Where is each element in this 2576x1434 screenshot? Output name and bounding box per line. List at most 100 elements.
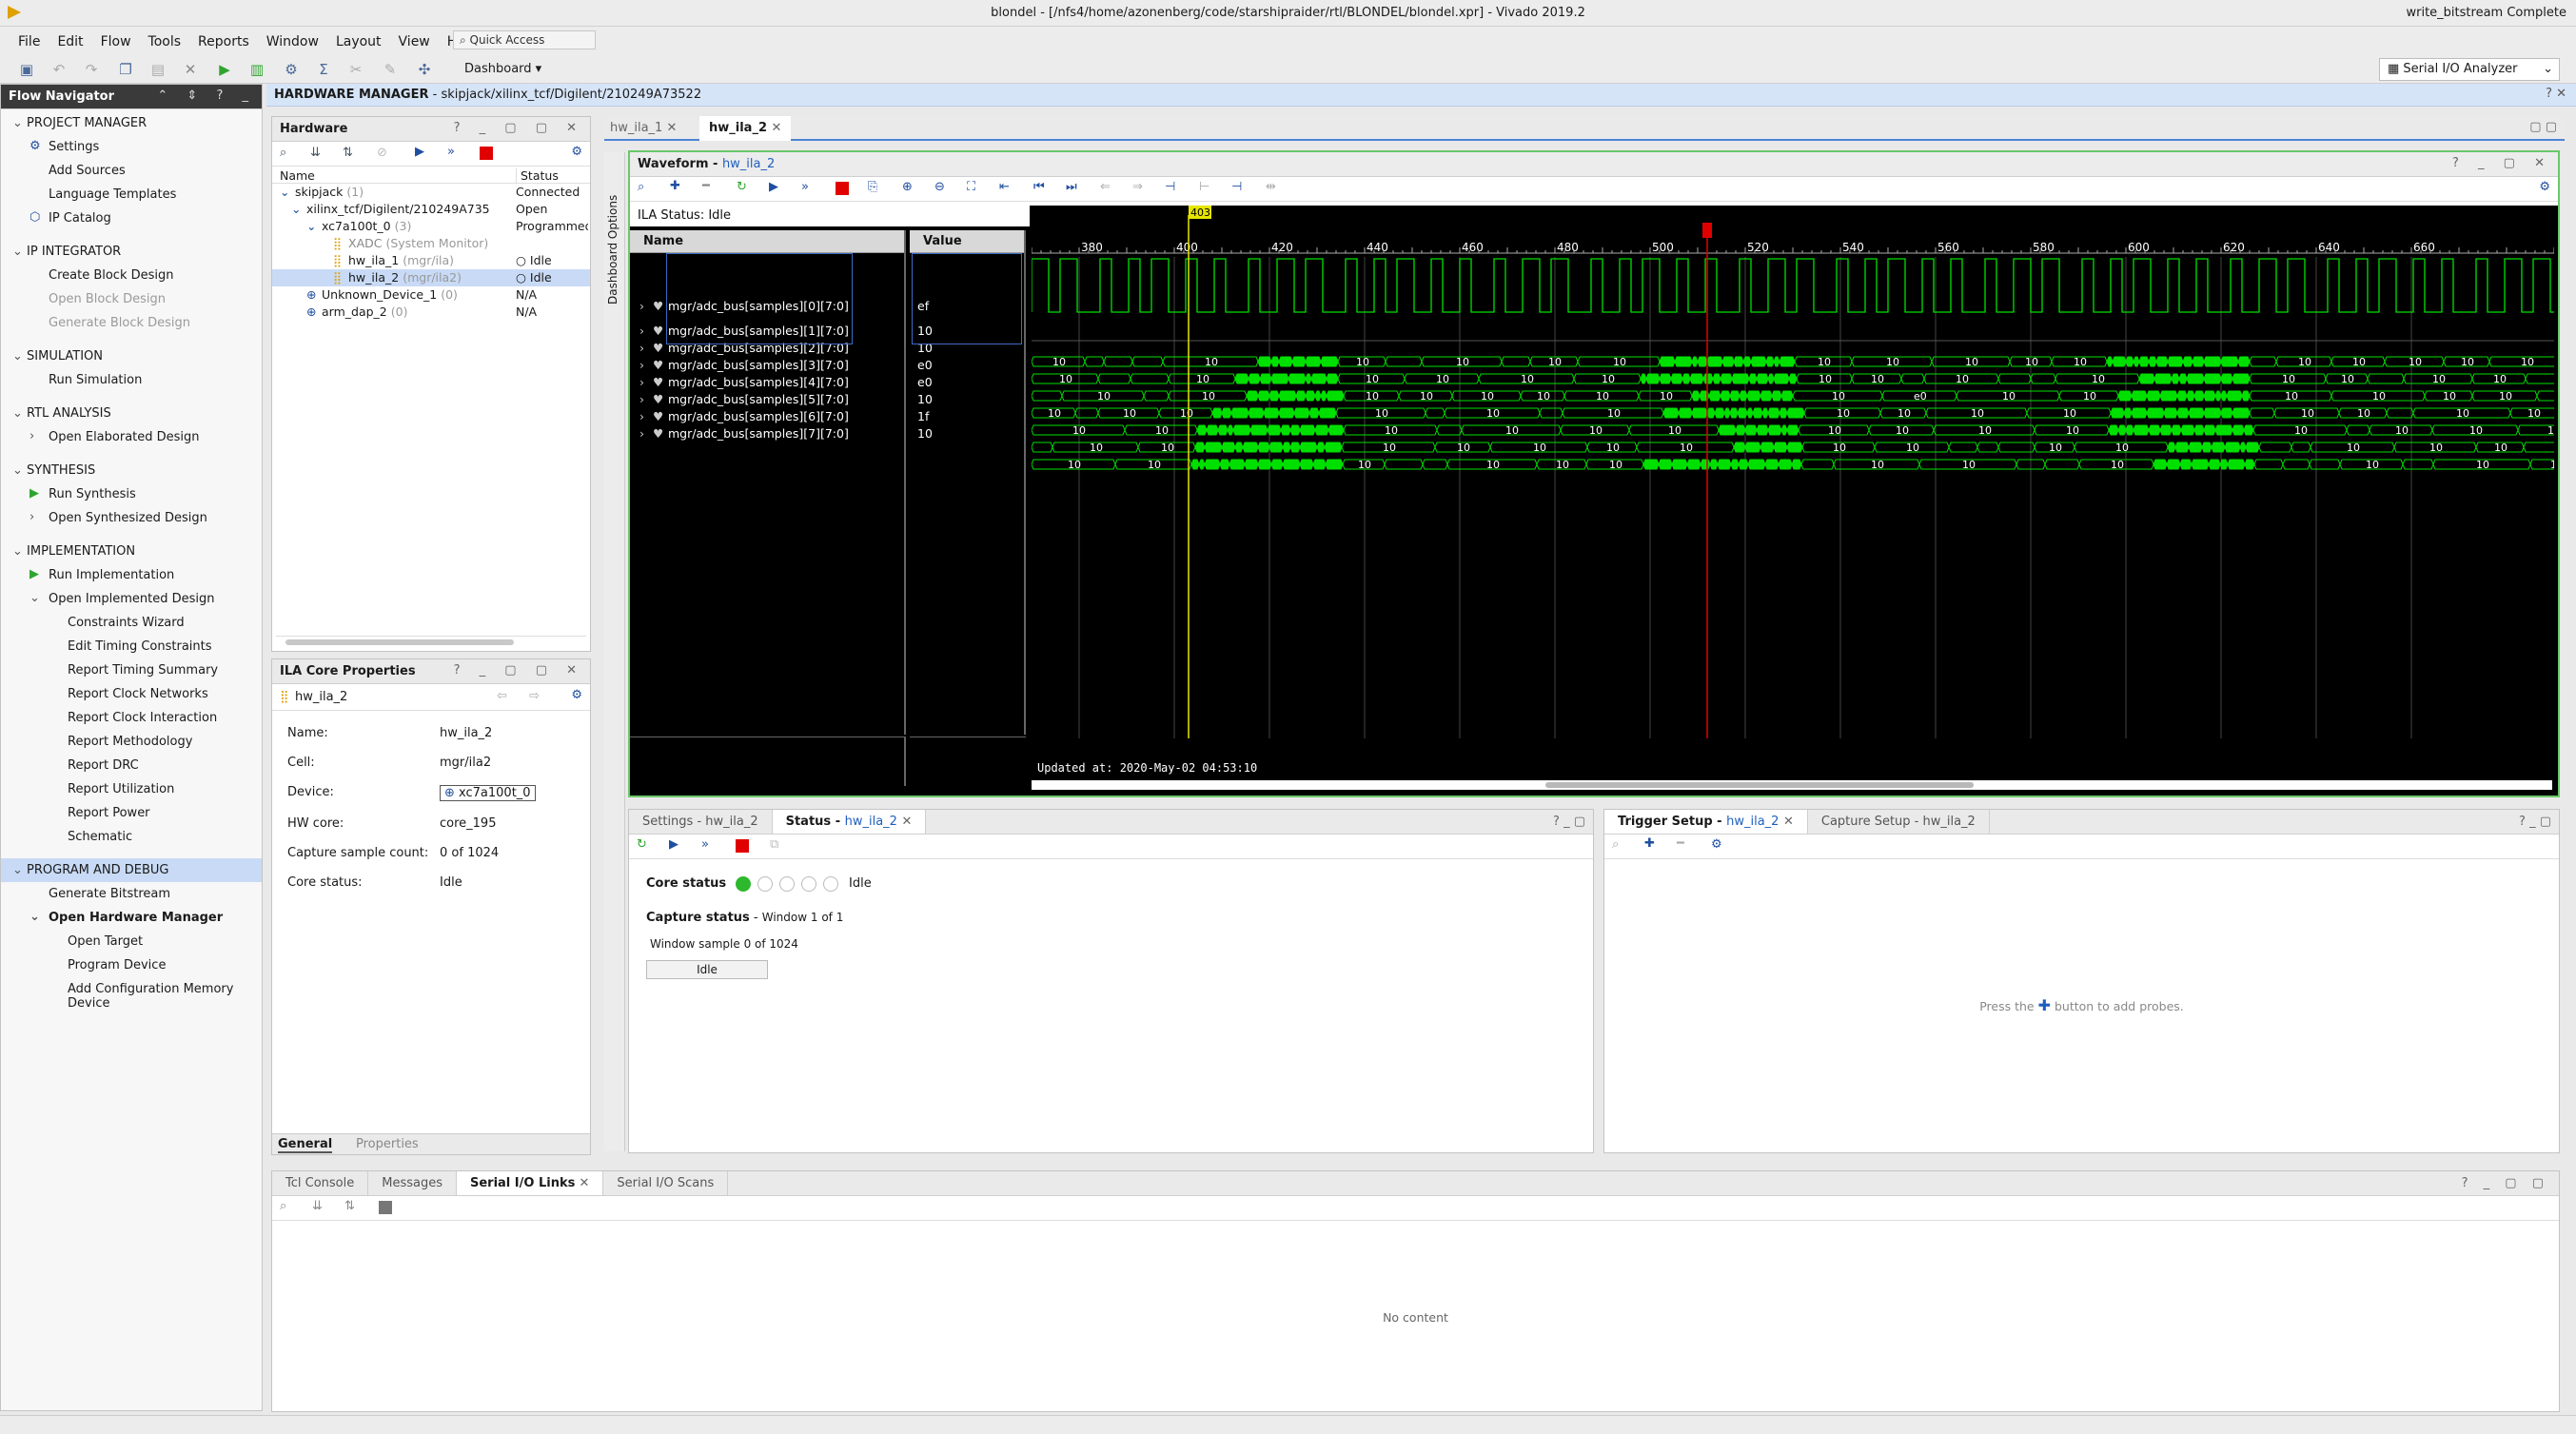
hardware-settings-icon[interactable]: ⚙ (571, 145, 582, 159)
chevron-down-icon[interactable]: ⌄ (12, 245, 27, 259)
undo-icon[interactable]: ↶ (49, 60, 69, 79)
add-probe-icon[interactable]: ✚ (670, 179, 680, 193)
back-icon[interactable]: ⇦ (497, 689, 507, 703)
editor-window-icons[interactable]: ▢ ▢ (2529, 120, 2557, 134)
nav-item-open-block-design[interactable]: Open Block Design (1, 287, 262, 311)
run-immediate-icon[interactable]: » (801, 180, 809, 194)
signal-row[interactable]: › ♥ mgr/adc_bus[samples][6][7:0] (630, 409, 904, 425)
menu-file[interactable]: File (10, 29, 49, 55)
trigger-settings-icon[interactable]: ⚙ (1711, 837, 1722, 852)
device-link[interactable]: ⊕ xc7a100t_0 (440, 785, 536, 801)
search-icon[interactable]: ⌕ (638, 180, 644, 194)
swap-cursors-icon[interactable]: ⇹ (1266, 180, 1276, 194)
bitstream-icon[interactable]: ▥ (247, 60, 266, 79)
tab-tcl-console[interactable]: Tcl Console (272, 1171, 369, 1195)
chevron-right-icon[interactable]: › (639, 392, 644, 406)
hardware-tree-row[interactable]: ⌄ skipjack (1) Connected (272, 184, 590, 201)
nav-item-constraints-wizard[interactable]: Constraints Wizard (1, 611, 262, 635)
next-transition-icon[interactable]: ⇒ (1132, 180, 1143, 194)
nav-section-ip-integrator[interactable]: ⌄ IP INTEGRATOR (1, 240, 262, 264)
chevron-down-icon[interactable]: ⌄ (12, 863, 27, 877)
hardware-tree-row[interactable]: ⣿ hw_ila_1 (mgr/ila) ○ Idle (272, 252, 590, 269)
close-icon[interactable]: ✕ (1783, 815, 1794, 829)
nav-item-ip-catalog[interactable]: ⬡ IP Catalog (1, 206, 262, 230)
bottom-panel-controls[interactable]: ? _ ▢ ▢ (2452, 1171, 2559, 1195)
chevron-down-icon[interactable]: ⌄ (12, 116, 27, 130)
goto-cursor-icon[interactable]: ⇤ (999, 180, 1010, 194)
nav-item-report-power[interactable]: Report Power (1, 801, 262, 825)
delete-icon[interactable]: ✕ (181, 60, 200, 79)
add-probe-icon[interactable]: ✚ (1644, 836, 1655, 851)
tab-status[interactable]: Status - hw_ila_2 ✕ (772, 810, 927, 834)
copy-icon[interactable]: ❐ (116, 60, 135, 79)
tab-capture-setup[interactable]: Capture Setup - hw_ila_2 (1808, 810, 1990, 834)
tab-properties[interactable]: Properties (356, 1137, 419, 1151)
nav-section-implementation[interactable]: ⌄ IMPLEMENTATION (1, 540, 262, 563)
nav-item-language-templates[interactable]: Language Templates (1, 183, 262, 206)
menu-view[interactable]: View (390, 29, 439, 55)
run-trigger-icon[interactable]: ▶ (669, 837, 678, 852)
tab-trigger-setup[interactable]: Trigger Setup - hw_ila_2 ✕ (1604, 810, 1808, 834)
hardware-tree-row[interactable]: ⊕ Unknown_Device_1 (0) N/A (272, 286, 590, 304)
trigger-marker-flag[interactable] (1702, 223, 1712, 238)
tree-node-icon[interactable]: ⊕ (306, 287, 316, 302)
nav-item-settings[interactable]: ⚙ Settings (1, 135, 262, 159)
sigma-icon[interactable]: Σ (314, 60, 333, 79)
prev-transition-icon[interactable]: ⇐ (1100, 180, 1111, 194)
chevron-down-icon[interactable]: ⌄ (12, 349, 27, 363)
zoom-out-icon[interactable]: ⊖ (934, 180, 945, 194)
nav-item-program-device[interactable]: Program Device (1, 953, 262, 977)
chevron-right-icon[interactable]: › (639, 358, 644, 372)
waveform-settings-icon[interactable]: ⚙ (2539, 180, 2550, 194)
close-icon[interactable]: ✕ (902, 815, 913, 829)
waveform-plot[interactable]: 380 400 420 440 460 480 500 520 540 560 580 600 620 6… (1032, 206, 2554, 776)
search-icon[interactable]: ⌕ (280, 1199, 286, 1213)
hardware-hscrollbar[interactable] (276, 636, 586, 647)
nav-section-program-and-debug[interactable]: ⌄ PROGRAM AND DEBUG (1, 858, 262, 882)
nav-item-create-block-design[interactable]: Create Block Design (1, 264, 262, 287)
chevron-down-icon[interactable]: ⌄ (12, 544, 27, 559)
signal-row[interactable]: › ♥ mgr/adc_bus[samples][7][7:0] (630, 426, 904, 442)
pencil-icon[interactable]: ✎ (381, 60, 400, 79)
nav-item-add-configuration-memory-device[interactable]: Add Configuration Memory Device (1, 977, 262, 1015)
collapse-all-icon[interactable]: ⇊ (310, 146, 321, 160)
tab-general[interactable]: General (278, 1137, 333, 1153)
tree-node-icon[interactable]: ⌄ (306, 219, 316, 233)
signal-row[interactable]: › ♥ mgr/adc_bus[samples][4][7:0] (630, 375, 904, 391)
chevron-down-icon[interactable]: ⌄ (12, 463, 27, 478)
nav-section-rtl-analysis[interactable]: ⌄ RTL ANALYSIS (1, 402, 262, 425)
chevron-right-icon[interactable]: › (639, 409, 644, 423)
nav-item-open-synthesized-design[interactable]: › Open Synthesized Design (1, 506, 262, 530)
hardware-tree-row[interactable]: ⣿ XADC (System Monitor) (272, 235, 590, 252)
stop-icon[interactable] (736, 839, 749, 853)
remove-probe-icon[interactable]: ━ (702, 179, 710, 193)
close-icon[interactable]: ✕ (772, 121, 782, 135)
trigger-panel-controls[interactable]: ? _ ▢ (2511, 810, 2559, 834)
hardware-tree-row[interactable]: ⌄ xilinx_tcf/Digilent/210249A735 Open (272, 201, 590, 218)
settings-icon[interactable]: ⚙ (282, 60, 301, 79)
auto-retrigger-icon[interactable]: ↻ (637, 837, 647, 852)
auto-retrigger-icon[interactable]: ↻ (737, 180, 747, 194)
tab-settings[interactable]: Settings - hw_ila_2 (629, 810, 773, 834)
status-panel-controls[interactable]: ? _ ▢ (1545, 810, 1593, 834)
chevron-right-icon[interactable]: › (639, 299, 644, 313)
nav-item-report-clock-interaction[interactable]: Report Clock Interaction (1, 706, 262, 730)
tree-node-icon[interactable]: ⌄ (280, 185, 289, 199)
remove-probe-icon[interactable]: ━ (1677, 836, 1684, 851)
menu-reports[interactable]: Reports (189, 29, 258, 55)
cancel-icon[interactable]: ✂ (346, 60, 365, 79)
waveform-hscrollbar[interactable] (1032, 780, 2552, 790)
close-icon[interactable]: ✕ (575, 1176, 589, 1190)
paste-icon[interactable]: ▤ (148, 60, 167, 79)
nav-item-schematic[interactable]: Schematic (1, 825, 262, 849)
tab-serial-i-o-links[interactable]: Serial I/O Links ✕ (456, 1171, 604, 1195)
stop-icon[interactable] (480, 147, 493, 160)
hardware-tree-row[interactable]: ⌄ xc7a100t_0 (3) Programmed (272, 218, 590, 235)
layout-dashboard-dropdown[interactable]: Dashboard ▾ (464, 62, 541, 76)
nav-item-report-timing-summary[interactable]: Report Timing Summary (1, 658, 262, 682)
tab-hw-ila-2[interactable]: hw_ila_2 ✕ (699, 116, 792, 141)
waveform-core-link[interactable]: hw_ila_2 (722, 157, 775, 171)
nav-item-report-methodology[interactable]: Report Methodology (1, 730, 262, 754)
run-immediate-icon[interactable]: » (701, 837, 709, 852)
export-icon[interactable]: ⎘ (868, 180, 877, 194)
